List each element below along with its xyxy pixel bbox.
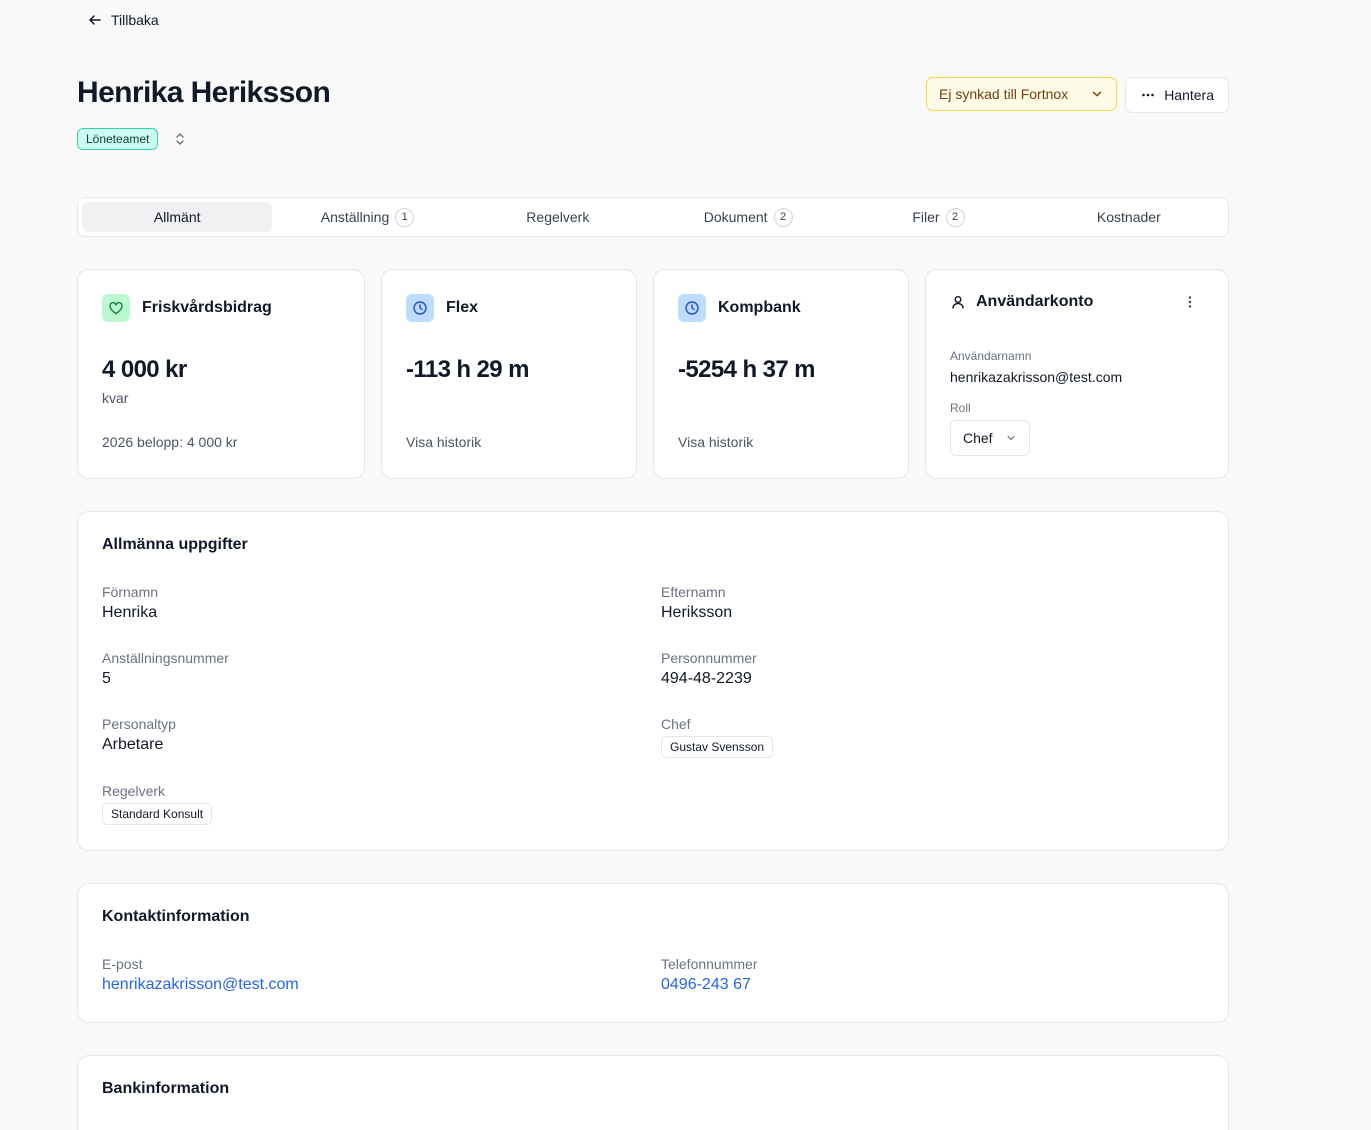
tab-label: Dokument [703, 209, 768, 225]
username-value: henrikazakrisson@test.com [950, 369, 1123, 385]
employee-number-label: Anställningsnummer [102, 650, 229, 666]
tab-files[interactable]: Filer 2 [843, 202, 1033, 232]
arrow-left-icon [89, 15, 101, 25]
ruleset-tag[interactable]: Standard Konsult [102, 803, 213, 825]
tab-label: Allmänt [153, 209, 201, 225]
user-account-card: Användarkonto Användarnamn henrikazakris… [925, 269, 1229, 479]
sync-status-label: Ej synkad till Fortnox [939, 86, 1069, 102]
page-title: Henrika Heriksson [77, 76, 331, 109]
chevron-up-down-icon[interactable] [172, 131, 188, 147]
phone-link[interactable]: 0496-243 67 [661, 976, 758, 994]
staff-type-label: Personaltyp [102, 716, 176, 732]
more-horizontal-icon [1142, 93, 1154, 97]
tab-label: Filer [912, 209, 940, 225]
first-name-label: Förnamn [102, 584, 159, 600]
chevron-down-icon [1006, 435, 1015, 441]
tab-count-badge: 2 [945, 207, 965, 227]
wellness-card: Friskvårdsbidrag 4 000 kr kvar 2026 belo… [77, 269, 365, 479]
flex-value: -113 h 29 m [406, 356, 529, 383]
section-title: Bankinformation [102, 1080, 230, 1097]
email-link[interactable]: henrikazakrisson@test.com [102, 976, 299, 994]
phone-label: Telefonnummer [661, 956, 758, 972]
role-select[interactable]: Chef [950, 420, 1030, 456]
wellness-annual-amount: 2026 belopp: 4 000 kr [102, 434, 238, 450]
wellness-sub: kvar [102, 390, 129, 406]
tab-employment[interactable]: Anställning 1 [272, 202, 462, 232]
ruleset-label: Regelverk [102, 783, 166, 799]
manage-label: Hantera [1164, 87, 1214, 103]
kompbank-value: -5254 h 37 m [678, 356, 815, 383]
manager-tag[interactable]: Gustav Svensson [661, 736, 774, 758]
bank-info-card: Bankinformation [77, 1055, 1229, 1130]
personal-number-label: Personnummer [661, 650, 757, 666]
last-name-label: Efternamn [661, 584, 726, 600]
general-info-card: Allmänna uppgifter Förnamn Henrika Efter… [77, 511, 1229, 851]
flex-card: Flex -113 h 29 m Visa historik [381, 269, 637, 479]
chevron-down-icon [1092, 91, 1102, 97]
employee-number-value: 5 [102, 670, 111, 687]
tab-bar: Allmänt Anställning 1 Regelverk Dokument… [77, 197, 1229, 237]
manage-button[interactable]: Hantera [1125, 77, 1229, 113]
tab-label: Kostnader [1096, 209, 1161, 225]
fortnox-sync-dropdown[interactable]: Ej synkad till Fortnox [926, 77, 1118, 111]
wellness-title: Friskvårdsbidrag [142, 299, 272, 316]
tab-count-badge: 1 [395, 207, 415, 227]
more-vertical-icon[interactable] [1182, 294, 1198, 310]
user-icon [952, 296, 964, 309]
wellness-value: 4 000 kr [102, 356, 187, 383]
team-badge: Löneteamet [77, 128, 159, 150]
tab-general[interactable]: Allmänt [82, 202, 273, 232]
back-link[interactable]: Tillbaka [87, 12, 159, 28]
clock-icon [406, 294, 434, 322]
kompbank-title: Kompbank [718, 299, 801, 316]
staff-type-value: Arbetare [102, 736, 164, 753]
role-value: Chef [963, 430, 993, 446]
username-label: Användarnamn [950, 349, 1032, 363]
tab-documents[interactable]: Dokument 2 [653, 202, 843, 232]
kompbank-card: Kompbank -5254 h 37 m Visa historik [653, 269, 909, 479]
flex-history-link[interactable]: Visa historik [406, 434, 481, 450]
account-title: Användarkonto [976, 293, 1094, 310]
manager-label: Chef [661, 716, 691, 732]
contact-info-card: Kontaktinformation E-post henrikazakriss… [77, 883, 1229, 1023]
last-name-value: Heriksson [661, 604, 733, 621]
tab-label: Anställning [320, 209, 390, 225]
first-name-value: Henrika [102, 604, 158, 621]
section-title: Allmänna uppgifter [102, 536, 248, 553]
tab-count-badge: 2 [773, 207, 793, 227]
heart-icon [102, 294, 130, 322]
back-label: Tillbaka [111, 12, 159, 28]
tab-rules[interactable]: Regelverk [463, 202, 653, 232]
tab-costs[interactable]: Kostnader [1034, 202, 1224, 232]
flex-title: Flex [446, 299, 479, 316]
kompbank-history-link[interactable]: Visa historik [678, 434, 753, 450]
email-label: E-post [102, 956, 143, 972]
clock-icon [678, 294, 706, 322]
personal-number-value: 494-48-2239 [661, 670, 752, 687]
role-label: Roll [950, 401, 971, 415]
tab-label: Regelverk [526, 209, 590, 225]
section-title: Kontaktinformation [102, 908, 250, 925]
